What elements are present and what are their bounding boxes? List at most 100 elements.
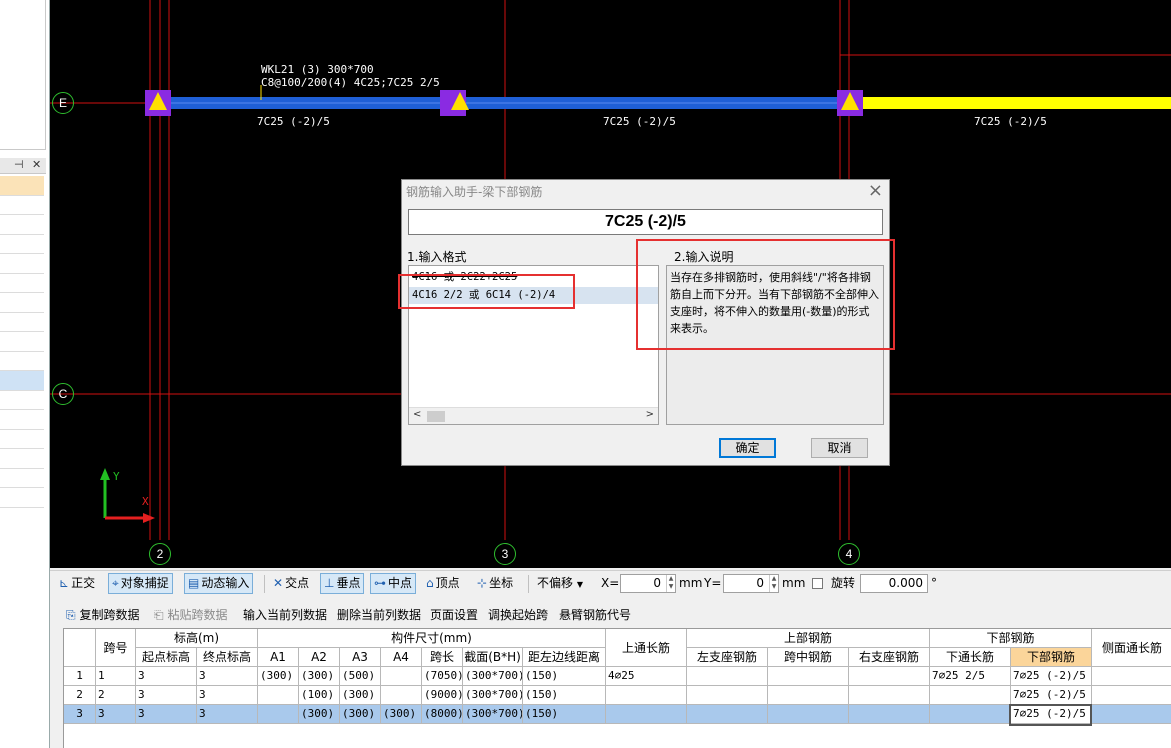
delete-column-button[interactable]: 删除当前列数据 <box>337 606 421 623</box>
list-item[interactable] <box>0 332 44 352</box>
rebar-input-field[interactable]: 7C25 (-2)/5 <box>408 209 883 235</box>
page-setup-button[interactable]: 页面设置 <box>430 606 478 623</box>
paste-span-button[interactable]: ⎗ 粘贴跨数据 <box>154 606 227 623</box>
cancel-button[interactable]: 取消 <box>811 438 868 458</box>
list-item[interactable] <box>0 468 44 488</box>
cell-section[interactable]: (300*700) <box>463 667 523 686</box>
list-item[interactable] <box>0 234 44 254</box>
coordinate-toggle[interactable]: ⊹ 坐标 <box>474 573 516 594</box>
cell-end-elev[interactable]: 3 <box>197 705 258 724</box>
cell-a2[interactable]: (300) <box>299 705 340 724</box>
cell-side-through[interactable] <box>1092 686 1171 705</box>
midpoint-toggle[interactable]: ⊶ 中点 <box>370 573 417 594</box>
y-input[interactable]: 0 ▲ ▼ <box>723 574 779 593</box>
intersection-toggle[interactable]: ✕ 交点 <box>270 573 312 594</box>
cell-mid-span[interactable] <box>768 667 849 686</box>
horizontal-scrollbar[interactable]: < > <box>409 407 658 424</box>
cell-a3[interactable]: (500) <box>340 667 381 686</box>
x-input[interactable]: 0 ▲ ▼ <box>620 574 676 593</box>
beam-selected[interactable] <box>850 97 1171 109</box>
pin-icon[interactable]: ⊣ <box>14 158 24 171</box>
spin-icon[interactable]: ▲ ▼ <box>666 575 675 592</box>
list-item[interactable] <box>0 176 44 196</box>
list-item[interactable] <box>0 293 44 313</box>
cell-a1[interactable]: (300) <box>258 667 299 686</box>
cell-section[interactable]: (300*700) <box>463 686 523 705</box>
list-item[interactable] <box>0 449 44 469</box>
cell-bottom-through[interactable]: 7⌀25 2/5 <box>930 667 1011 686</box>
cell-dist-left[interactable]: (150) <box>523 667 606 686</box>
cell-a3[interactable]: (300) <box>340 686 381 705</box>
cell-top-through[interactable] <box>606 705 687 724</box>
list-item[interactable] <box>0 429 44 449</box>
rotate-checkbox[interactable] <box>812 578 823 589</box>
list-item[interactable] <box>0 390 44 410</box>
cell-start-elev[interactable]: 3 <box>136 686 197 705</box>
list-item[interactable] <box>0 195 44 215</box>
cell-end-elev[interactable]: 3 <box>197 686 258 705</box>
cell-span-len[interactable]: (7050) <box>422 667 463 686</box>
list-item[interactable] <box>0 410 44 430</box>
scroll-left-icon[interactable]: < <box>413 409 421 420</box>
cell-side-through[interactable] <box>1092 705 1171 724</box>
cell-span[interactable]: 1 <box>96 667 136 686</box>
ortho-toggle[interactable]: ⊾ 正交 <box>56 573 98 594</box>
cell-side-through[interactable] <box>1092 667 1171 686</box>
cell-top-through[interactable]: 4⌀25 <box>606 667 687 686</box>
cantilever-code-button[interactable]: 悬臂钢筋代号 <box>559 606 631 623</box>
cell-dist-left[interactable]: (150) <box>523 686 606 705</box>
span-table[interactable]: 跨号 标高(m) 起点标高 终点标高 构件尺寸(mm) A1 A2 A3 A4 … <box>63 628 1171 748</box>
scroll-right-icon[interactable]: > <box>646 409 654 420</box>
cell-left-support[interactable] <box>687 667 768 686</box>
swap-start-button[interactable]: 调换起始跨 <box>488 606 548 623</box>
object-snap-toggle[interactable]: ⌖ 对象捕捉 <box>108 573 173 594</box>
cell-bottom-rebar[interactable]: 7⌀25 (-2)/5 <box>1011 667 1092 686</box>
cell-end-elev[interactable]: 3 <box>197 667 258 686</box>
perpendicular-toggle[interactable]: ⊥ 垂点 <box>320 573 365 594</box>
header-bottom-rebar-col[interactable]: 下部钢筋 <box>1011 648 1092 667</box>
cell-mid-span[interactable] <box>768 705 849 724</box>
cell-a4[interactable] <box>381 686 422 705</box>
offset-mode-select[interactable]: 不偏移 ▼ <box>534 573 586 594</box>
cell-a1[interactable] <box>258 686 299 705</box>
cell-a3[interactable]: (300) <box>340 705 381 724</box>
cell-span-len[interactable]: (9000) <box>422 686 463 705</box>
cell-left-support[interactable] <box>687 686 768 705</box>
cell-a2[interactable]: (100) <box>299 686 340 705</box>
cell-bottom-through[interactable] <box>930 705 1011 724</box>
cell-a4[interactable] <box>381 667 422 686</box>
list-item[interactable] <box>0 215 44 235</box>
copy-span-button[interactable]: ⎘ 复制跨数据 <box>66 606 139 623</box>
cell-start-elev[interactable]: 3 <box>136 705 197 724</box>
cell-bottom-through[interactable] <box>930 686 1011 705</box>
list-item[interactable] <box>0 273 44 293</box>
cell-span[interactable]: 2 <box>96 686 136 705</box>
close-icon[interactable]: ✕ <box>32 158 41 171</box>
cell-section[interactable]: (300*700) <box>463 705 523 724</box>
scroll-thumb[interactable] <box>427 411 445 422</box>
dynamic-input-toggle[interactable]: ▤ 动态输入 <box>184 573 254 594</box>
input-column-button[interactable]: 输入当前列数据 <box>243 606 327 623</box>
cell-a2[interactable]: (300) <box>299 667 340 686</box>
ok-button[interactable]: 确定 <box>719 438 776 458</box>
spin-icon[interactable]: ▲ ▼ <box>769 575 778 592</box>
cell-a4[interactable]: (300) <box>381 705 422 724</box>
cell-right-support[interactable] <box>849 686 930 705</box>
list-item[interactable] <box>0 351 44 371</box>
list-item[interactable] <box>0 312 44 332</box>
cell-left-support[interactable] <box>687 705 768 724</box>
rotate-input[interactable]: 0.000 <box>860 574 928 593</box>
cell-dist-left[interactable]: (150) <box>523 705 606 724</box>
cell-top-through[interactable] <box>606 686 687 705</box>
list-item[interactable] <box>0 488 44 508</box>
close-icon[interactable]: × <box>868 180 883 201</box>
cell-span[interactable]: 3 <box>96 705 136 724</box>
cell-right-support[interactable] <box>849 667 930 686</box>
cell-bottom-rebar[interactable]: 7⌀25 (-2)/5 <box>1011 686 1092 705</box>
list-item[interactable] <box>0 254 44 274</box>
list-item[interactable] <box>0 371 44 391</box>
cell-mid-span[interactable] <box>768 686 849 705</box>
cell-start-elev[interactable]: 3 <box>136 667 197 686</box>
cell-span-len[interactable]: (8000) <box>422 705 463 724</box>
vertex-toggle[interactable]: ⌂ 顶点 <box>423 573 463 594</box>
